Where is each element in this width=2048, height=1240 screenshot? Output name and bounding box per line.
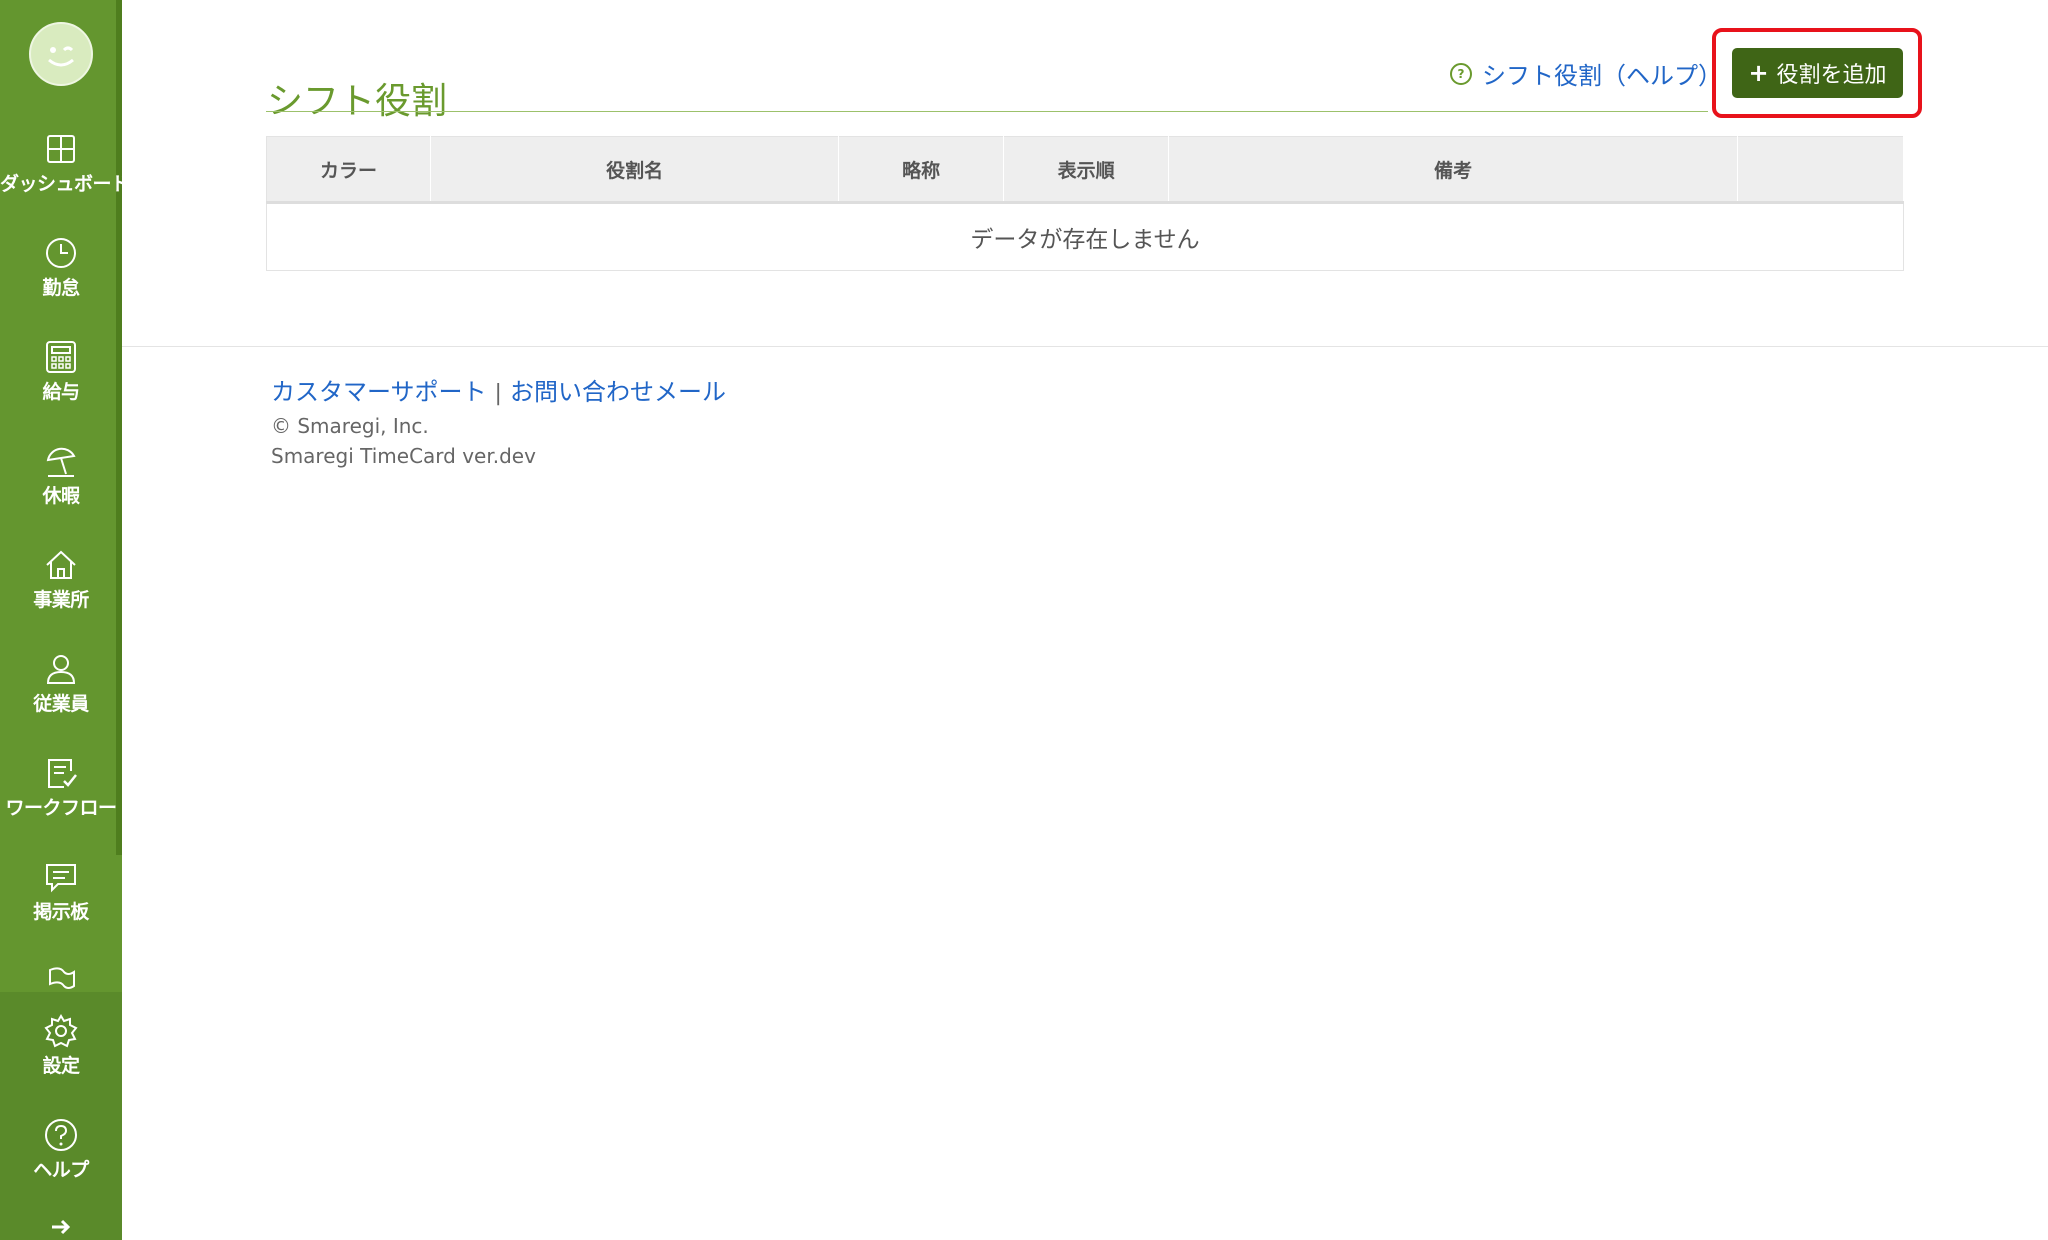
sidebar-bottom-section: 設定 ヘルプ: [0, 992, 122, 1240]
sidebar-item-label: 給与: [42, 381, 80, 403]
home-icon: [46, 550, 76, 579]
sidebar-item-label: 掲示板: [33, 901, 89, 923]
roles-table: カラー 役割名 略称 表示順 備考 データが存在しません: [266, 136, 1904, 271]
sidebar-item-payroll[interactable]: 給与: [0, 338, 122, 434]
footer-links: カスタマーサポート | お問い合わせメール: [271, 372, 726, 407]
contact-email-link[interactable]: お問い合わせメール: [510, 378, 726, 406]
table-header-row: カラー 役割名 略称 表示順 備考: [266, 136, 1904, 204]
sidebar-item-employees[interactable]: 従業員: [0, 650, 122, 746]
customer-support-link[interactable]: カスタマーサポート: [271, 378, 487, 406]
gear-icon: [44, 1014, 78, 1048]
column-header-role-name[interactable]: 役割名: [430, 136, 840, 204]
sidebar-item-label: 事業所: [33, 589, 89, 611]
person-icon: [46, 655, 76, 684]
footer-separator: |: [494, 381, 502, 406]
title-underline: [266, 111, 1708, 112]
version-text: Smaregi TimeCard ver.dev: [271, 444, 536, 468]
smiley-logo-icon[interactable]: [29, 22, 93, 86]
column-header-display-order[interactable]: 表示順: [1003, 136, 1170, 204]
table-row: データが存在しません: [266, 202, 1904, 271]
checklist-icon: [48, 759, 77, 788]
chat-icon: [46, 864, 76, 893]
sidebar-item-label: 勤怠: [42, 277, 80, 299]
sidebar-item-label: 従業員: [33, 693, 89, 715]
page-title: シフト役割: [267, 81, 448, 123]
sidebar-item-settings[interactable]: 設定: [0, 1012, 122, 1108]
help-link-label: シフト役割（ヘルプ）: [1482, 62, 1722, 90]
column-header-notes[interactable]: 備考: [1168, 136, 1739, 204]
sidebar-item-attendance[interactable]: 勤怠: [0, 234, 122, 330]
dashboard-icon: [47, 135, 75, 163]
sidebar-item-workflow[interactable]: ワークフロー: [0, 754, 122, 850]
footer-divider: [122, 346, 2048, 347]
help-link[interactable]: ? シフト役割（ヘルプ）: [1450, 56, 1722, 91]
sidebar-item-leave[interactable]: 休暇: [0, 442, 122, 538]
sidebar-item-label: ワークフロー: [5, 797, 117, 819]
expand-arrow-icon[interactable]: [48, 1214, 74, 1240]
sidebar-item-help[interactable]: ヘルプ: [0, 1116, 122, 1212]
sidebar-item-flag[interactable]: [0, 962, 122, 992]
beach-umbrella-icon: [46, 447, 76, 477]
question-icon: ?: [1450, 62, 1472, 85]
copyright-text: © Smaregi, Inc.: [271, 414, 429, 438]
column-header-color[interactable]: カラー: [266, 136, 431, 204]
sidebar-item-bulletin-board[interactable]: 掲示板: [0, 858, 122, 954]
clock-icon: [46, 238, 76, 268]
sidebar-item-label: ヘルプ: [33, 1159, 89, 1181]
column-header-actions: [1737, 136, 1904, 204]
calculator-icon: [46, 341, 76, 373]
empty-message: データが存在しません: [266, 202, 1904, 271]
sidebar-item-label: 休暇: [42, 485, 80, 507]
sidebar-item-dashboard[interactable]: ダッシュボード: [0, 130, 122, 226]
help-icon: [45, 1119, 77, 1151]
sidebar: ダッシュボード 勤怠 給与 休暇 事業所 従業員 ワークフロー 掲示板 設定 ヘ…: [0, 0, 122, 1240]
highlight-annotation: [1712, 28, 1922, 118]
sidebar-item-label: ダッシュボード: [0, 173, 122, 195]
sidebar-item-label: 設定: [42, 1055, 80, 1077]
column-header-abbreviation[interactable]: 略称: [838, 136, 1005, 204]
sidebar-item-office[interactable]: 事業所: [0, 546, 122, 642]
